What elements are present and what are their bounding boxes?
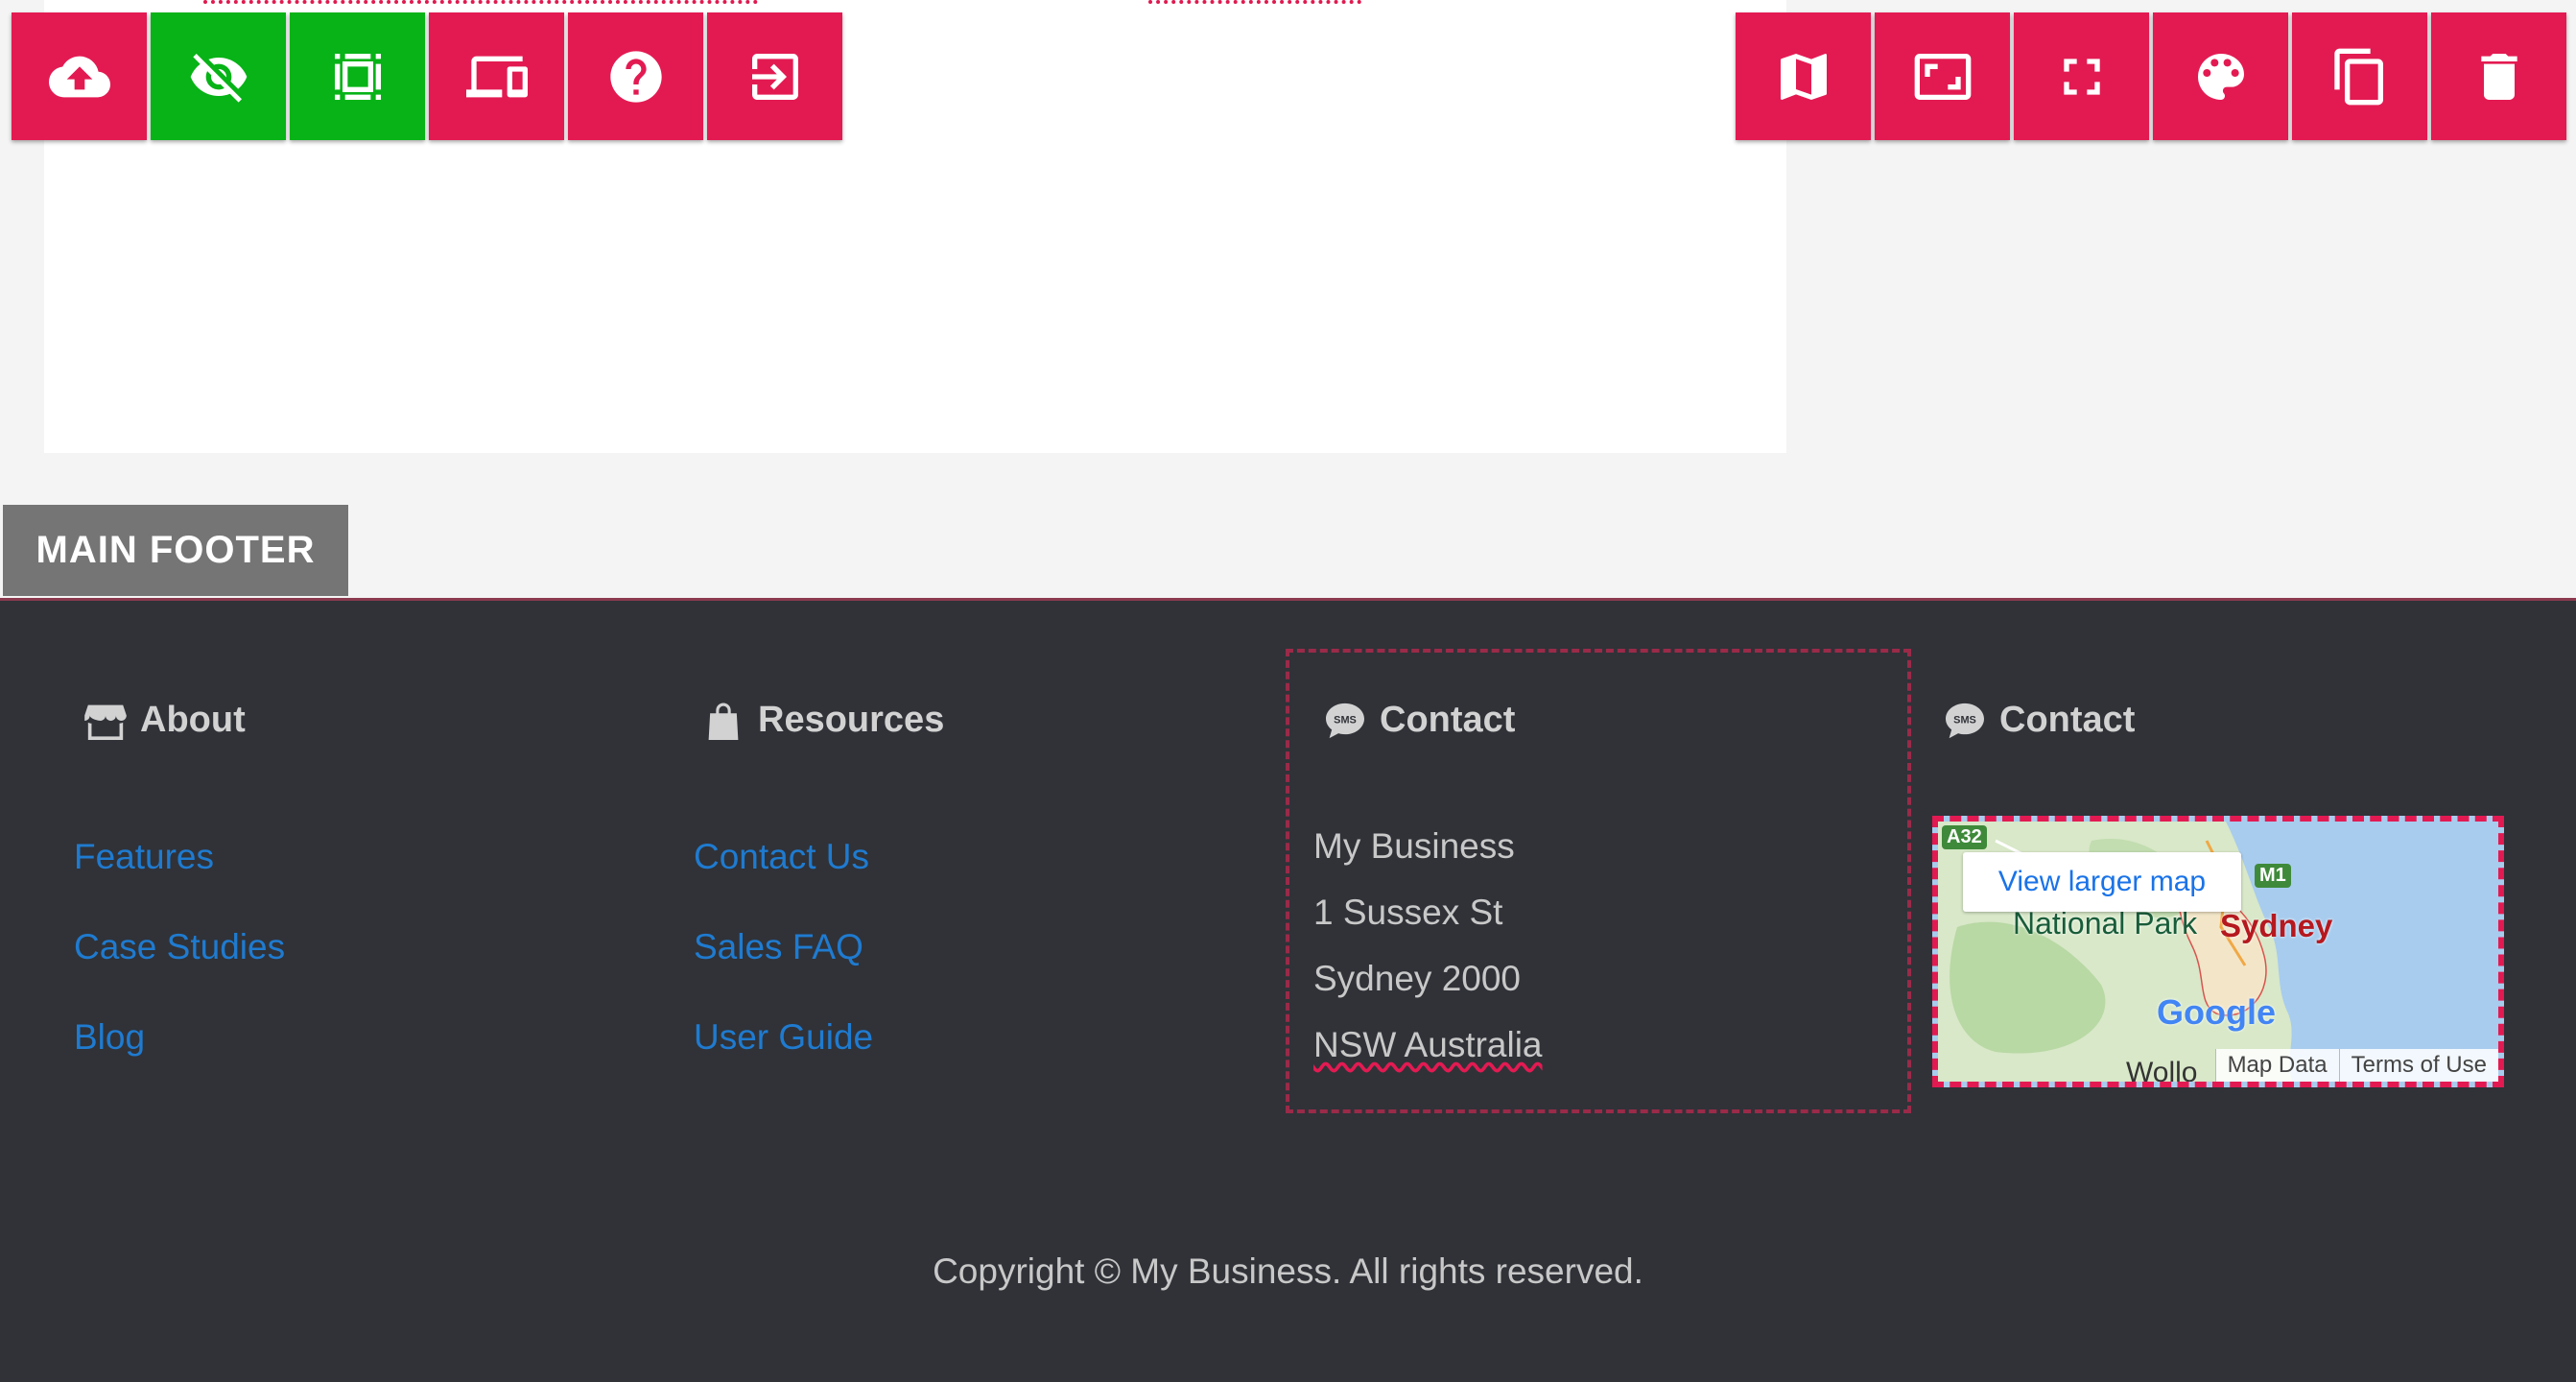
- footer-link-contact-us[interactable]: Contact Us: [694, 837, 869, 877]
- address-line-street: 1 Sussex St: [1313, 893, 1503, 932]
- exit-button[interactable]: [707, 12, 842, 140]
- section-label[interactable]: MAIN FOOTER: [3, 505, 348, 596]
- palette-button[interactable]: [2153, 12, 2288, 140]
- shopping-bag-icon: [708, 703, 739, 740]
- address-line-state: NSW Australia: [1313, 1025, 1543, 1064]
- svg-text:SMS: SMS: [1953, 714, 1976, 726]
- svg-text:SMS: SMS: [1334, 714, 1357, 726]
- resources-heading-label: Resources: [758, 700, 945, 740]
- map-icon: [1780, 53, 1827, 100]
- exit-icon: [751, 53, 798, 100]
- help-icon: [609, 50, 662, 103]
- view-larger-map-button[interactable]: View larger map: [1963, 852, 2241, 912]
- map-label-sydney: Sydney: [2220, 908, 2333, 943]
- map-button[interactable]: [1736, 12, 1871, 140]
- cloud-upload-icon: [48, 56, 110, 97]
- palette-icon: [2197, 53, 2244, 100]
- dotted-outline: [1148, 0, 1361, 4]
- aspect-ratio-icon: [1914, 53, 1971, 100]
- editor-toolbar-right: [1736, 12, 2566, 140]
- dotted-outline: [203, 0, 758, 4]
- resources-heading: Resources: [702, 700, 944, 741]
- fullscreen-button[interactable]: [2014, 12, 2149, 140]
- footer-link-user-guide[interactable]: User Guide: [694, 1017, 873, 1058]
- road-badge-a32: A32: [1942, 825, 1987, 849]
- google-logo: Google: [2157, 992, 2276, 1032]
- about-heading-label: About: [140, 700, 246, 740]
- frame-button[interactable]: [290, 12, 425, 140]
- about-heading: About: [84, 700, 246, 741]
- store-icon: [84, 704, 127, 740]
- address-line-city: Sydney 2000: [1313, 959, 1522, 998]
- footer-link-sales-faq[interactable]: Sales FAQ: [694, 927, 863, 967]
- upload-button[interactable]: [12, 12, 147, 140]
- toggle-visibility-button[interactable]: [151, 12, 286, 140]
- map-attribution-bar: Map Data Terms of Use: [2214, 1049, 2498, 1082]
- crop-frame-icon: [334, 53, 381, 100]
- duplicate-button[interactable]: [2292, 12, 2427, 140]
- fullscreen-icon: [2063, 58, 2100, 95]
- delete-button[interactable]: [2431, 12, 2566, 140]
- footer-link-blog[interactable]: Blog: [74, 1017, 145, 1058]
- road-badge-m1: M1: [2255, 864, 2291, 888]
- google-map-embed[interactable]: A32 M1 National Park Sydney Google Wollo…: [1932, 816, 2504, 1087]
- editor-toolbar-left: [12, 12, 842, 140]
- contact-heading-label: Contact: [1380, 700, 1516, 740]
- aspect-ratio-button[interactable]: [1875, 12, 2010, 140]
- contact-heading: SMS Contact: [1324, 700, 1515, 741]
- main-footer: About Features Case Studies Blog Resourc…: [0, 598, 2576, 1382]
- footer-link-case-studies[interactable]: Case Studies: [74, 927, 285, 967]
- eye-off-icon: [190, 53, 247, 103]
- contact-map-heading-label: Contact: [1999, 700, 2136, 740]
- map-label-partial: Wollo: [2126, 1057, 2198, 1087]
- trash-icon: [2480, 53, 2517, 100]
- address-line-business: My Business: [1313, 826, 1515, 866]
- responsive-preview-button[interactable]: [429, 12, 564, 140]
- terms-of-use-link[interactable]: Terms of Use: [2338, 1049, 2498, 1082]
- contact-map-heading: SMS Contact: [1944, 700, 2135, 741]
- devices-icon: [465, 56, 528, 97]
- sms-icon: SMS: [1946, 703, 1984, 738]
- map-data-link[interactable]: Map Data: [2214, 1049, 2339, 1082]
- copy-icon: [2333, 48, 2383, 105]
- sms-icon: SMS: [1326, 703, 1364, 738]
- footer-link-features[interactable]: Features: [74, 837, 214, 877]
- help-button[interactable]: [568, 12, 703, 140]
- copyright-text: Copyright © My Business. All rights rese…: [933, 1251, 1643, 1291]
